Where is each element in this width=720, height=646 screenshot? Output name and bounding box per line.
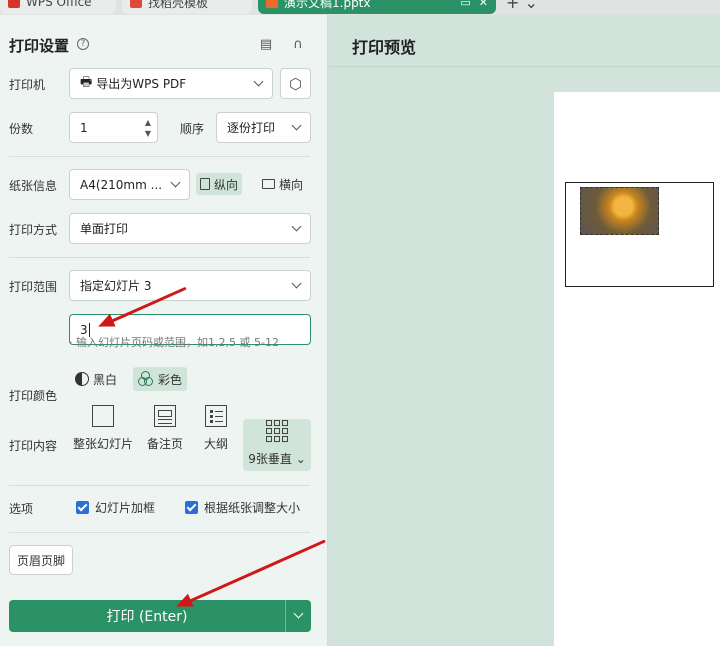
- printer-select[interactable]: 🖶 导出为WPS PDF: [69, 68, 273, 99]
- options-label: 选项: [9, 502, 34, 516]
- printer-settings-button[interactable]: ⬡: [280, 68, 311, 99]
- divider: [9, 485, 310, 486]
- notes-label: 备注页: [146, 437, 183, 451]
- gear-icon: ⬡: [288, 74, 303, 93]
- handout-label: 9张垂直: [248, 452, 292, 466]
- fit-label: 根据纸张调整大小: [204, 501, 301, 515]
- printer-label: 打印机: [9, 78, 46, 92]
- portrait-label: 纵向: [214, 177, 239, 192]
- ppt-icon: [266, 0, 278, 8]
- full-slide-label: 整张幻灯片: [72, 437, 133, 451]
- notes-icon: [154, 405, 176, 427]
- frame-label: 幻灯片加框: [95, 501, 156, 515]
- grid-9-icon: [266, 420, 288, 442]
- order-label: 顺序: [180, 122, 205, 136]
- portrait-icon: [200, 178, 210, 190]
- handout-label-wrap: 9张垂直 ⌄: [248, 452, 306, 466]
- printer-icon: 🖶: [80, 74, 93, 90]
- color-label: 打印颜色: [9, 389, 58, 403]
- decrement-icon[interactable]: ▼: [145, 130, 151, 138]
- order-value: 逐份打印: [227, 121, 276, 135]
- landscape-icon: [262, 179, 275, 189]
- paper-size-select[interactable]: A4(210mm ...: [69, 169, 190, 200]
- order-select[interactable]: 逐份打印: [216, 112, 311, 143]
- template-icon: [130, 0, 142, 8]
- content-label: 打印内容: [9, 439, 58, 453]
- printer-value: 导出为WPS PDF: [96, 77, 187, 91]
- increment-icon[interactable]: ▲: [145, 119, 151, 127]
- tab-bar: WPS Office 找稻壳模板 演示文稿1.pptx ▭ ✕ + ⌄: [0, 0, 720, 15]
- preview-page: [554, 92, 720, 646]
- layout-icon[interactable]: ▤: [258, 37, 274, 53]
- half-circle-icon: [75, 372, 89, 386]
- range-select[interactable]: 指定幻灯片 3: [69, 270, 311, 301]
- help-icon[interactable]: ?: [77, 38, 89, 50]
- bw-label: 黑白: [93, 372, 118, 387]
- range-value: 指定幻灯片 3: [80, 279, 152, 293]
- portrait-option[interactable]: 纵向: [196, 173, 243, 195]
- tab-template[interactable]: 找稻壳模板: [122, 0, 252, 14]
- wps-logo-icon: [8, 0, 20, 8]
- copies-value: 1: [80, 120, 88, 135]
- fit-paper-checkbox[interactable]: 根据纸张调整大小: [185, 499, 300, 516]
- rgb-circles-icon: [138, 371, 154, 387]
- notes-option[interactable]: 备注页: [143, 403, 187, 456]
- print-dropdown-icon[interactable]: [285, 600, 311, 632]
- handout-option[interactable]: 9张垂直 ⌄: [243, 419, 311, 471]
- close-icon[interactable]: ✕: [479, 0, 488, 9]
- checkbox-checked-icon: [76, 501, 89, 514]
- range-label: 打印范围: [9, 280, 58, 294]
- add-tab-icon[interactable]: + ⌄: [506, 0, 538, 12]
- headset-icon[interactable]: ∩: [290, 37, 306, 53]
- slide-image-thumbnail: [580, 187, 659, 235]
- landscape-option[interactable]: 横向: [258, 173, 307, 195]
- checkbox-checked-icon: [185, 501, 198, 514]
- tab-label: WPS Office: [26, 0, 92, 9]
- window-icon[interactable]: ▭: [460, 0, 470, 9]
- outline-option[interactable]: 大纲: [198, 403, 234, 456]
- divider: [9, 532, 310, 533]
- frame-checkbox[interactable]: 幻灯片加框: [76, 499, 155, 516]
- print-button[interactable]: 打印 (Enter): [9, 600, 311, 632]
- outline-label: 大纲: [203, 437, 228, 451]
- tab-label: 找稻壳模板: [148, 0, 209, 10]
- print-button-label: 打印 (Enter): [106, 609, 188, 625]
- paper-label: 纸张信息: [9, 179, 58, 193]
- panel-title: 打印设置: [9, 37, 70, 55]
- color-label-text: 彩色: [158, 372, 183, 387]
- duplex-select[interactable]: 单面打印: [69, 213, 311, 244]
- preview-divider: [329, 66, 720, 67]
- copies-label: 份数: [9, 122, 34, 136]
- outline-icon: [205, 405, 227, 427]
- divider: [9, 156, 310, 157]
- paper-value: A4(210mm ...: [80, 177, 163, 192]
- full-slide-icon: [92, 405, 114, 427]
- bw-option[interactable]: 黑白: [70, 367, 122, 391]
- range-hint: · 输入幻灯片页码或范围，如1,2,5 或 5-12: [69, 336, 279, 349]
- copies-stepper[interactable]: 1 ▲ ▼: [69, 112, 158, 143]
- divider: [9, 257, 310, 258]
- mode-label: 打印方式: [9, 223, 58, 237]
- mode-value: 单面打印: [80, 222, 129, 236]
- tab-wps-office[interactable]: WPS Office: [0, 0, 116, 14]
- tab-label: 演示文稿1.pptx: [284, 0, 371, 10]
- landscape-label: 横向: [279, 177, 304, 192]
- full-slide-option[interactable]: 整张幻灯片: [70, 403, 136, 456]
- header-footer-button[interactable]: 页眉页脚: [9, 545, 73, 575]
- tab-document[interactable]: 演示文稿1.pptx ▭ ✕: [258, 0, 496, 14]
- color-option[interactable]: 彩色: [133, 367, 188, 391]
- preview-title: 打印预览: [352, 38, 417, 57]
